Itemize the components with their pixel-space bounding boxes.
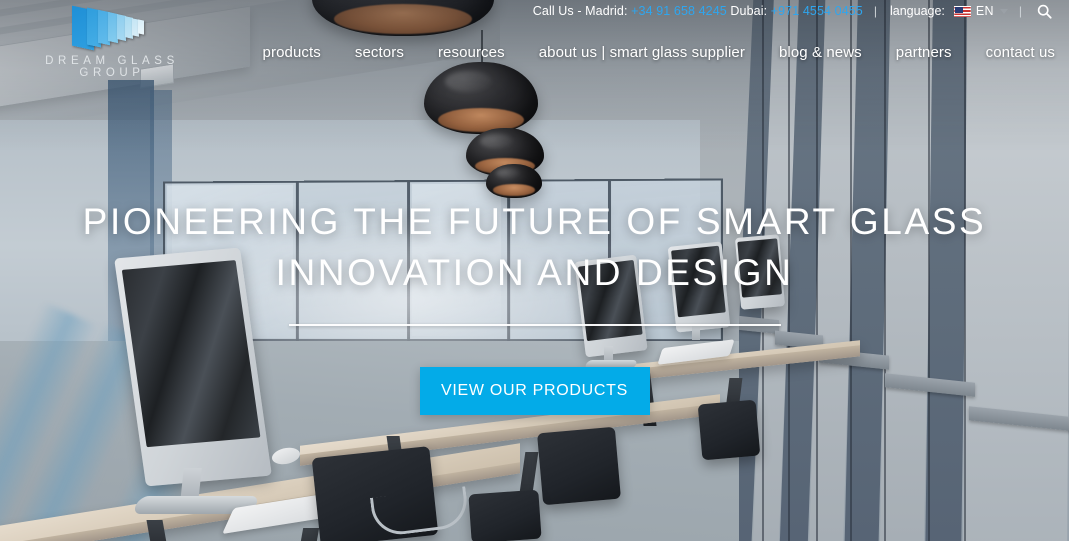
hero-heading-line-2: INNOVATION AND DESIGN bbox=[275, 252, 794, 293]
nav-item-resources[interactable]: resources bbox=[421, 44, 522, 61]
view-our-products-button[interactable]: VIEW OUR PRODUCTS bbox=[419, 367, 650, 415]
call-us-label: Call Us - Madrid: bbox=[532, 4, 628, 18]
hero-heading: PIONEERING THE FUTURE OF SMART GLASS INN… bbox=[0, 196, 1069, 298]
hero-heading-line-1: PIONEERING THE FUTURE OF SMART GLASS bbox=[82, 201, 987, 242]
main-navigation: products sectors resources about us | sm… bbox=[246, 44, 1055, 61]
logo-wordmark: DREAM GLASS GROUP bbox=[45, 55, 179, 79]
hero-section: PIONEERING THE FUTURE OF SMART GLASS INN… bbox=[0, 196, 1069, 415]
us-flag-icon bbox=[953, 5, 971, 17]
topbar-separator: | bbox=[1018, 4, 1022, 18]
topbar-separator: | bbox=[873, 4, 877, 18]
nav-item-about-us[interactable]: about us | smart glass supplier bbox=[522, 44, 762, 61]
dubai-phone-link[interactable]: +971 4554 0455 bbox=[771, 4, 863, 18]
layered-glass-panels-icon bbox=[72, 2, 210, 52]
logo[interactable]: DREAM GLASS GROUP bbox=[14, 2, 210, 79]
madrid-phone-link[interactable]: +34 91 658 4245 bbox=[631, 4, 727, 18]
call-us-text: Call Us - Madrid: +34 91 658 4245 Dubai:… bbox=[533, 4, 863, 18]
language-label: language: bbox=[889, 4, 945, 18]
page-stage: Call Us - Madrid: +34 91 658 4245 Dubai:… bbox=[0, 0, 1069, 541]
chevron-down-icon[interactable] bbox=[999, 8, 1008, 14]
chair bbox=[468, 489, 542, 541]
pendant-lamp bbox=[424, 62, 538, 134]
dubai-label: Dubai: bbox=[730, 4, 768, 18]
nav-item-products[interactable]: products bbox=[246, 44, 338, 61]
chair bbox=[537, 426, 621, 506]
language-code[interactable]: EN bbox=[976, 4, 994, 18]
pendant-lamp bbox=[486, 164, 542, 198]
hero-divider bbox=[288, 324, 781, 326]
nav-item-contact-us[interactable]: contact us bbox=[969, 44, 1055, 61]
nav-item-sectors[interactable]: sectors bbox=[338, 44, 421, 61]
nav-item-partners[interactable]: partners bbox=[879, 44, 969, 61]
nav-item-blog-news[interactable]: blog & news bbox=[762, 44, 879, 61]
search-icon[interactable] bbox=[1035, 2, 1053, 20]
